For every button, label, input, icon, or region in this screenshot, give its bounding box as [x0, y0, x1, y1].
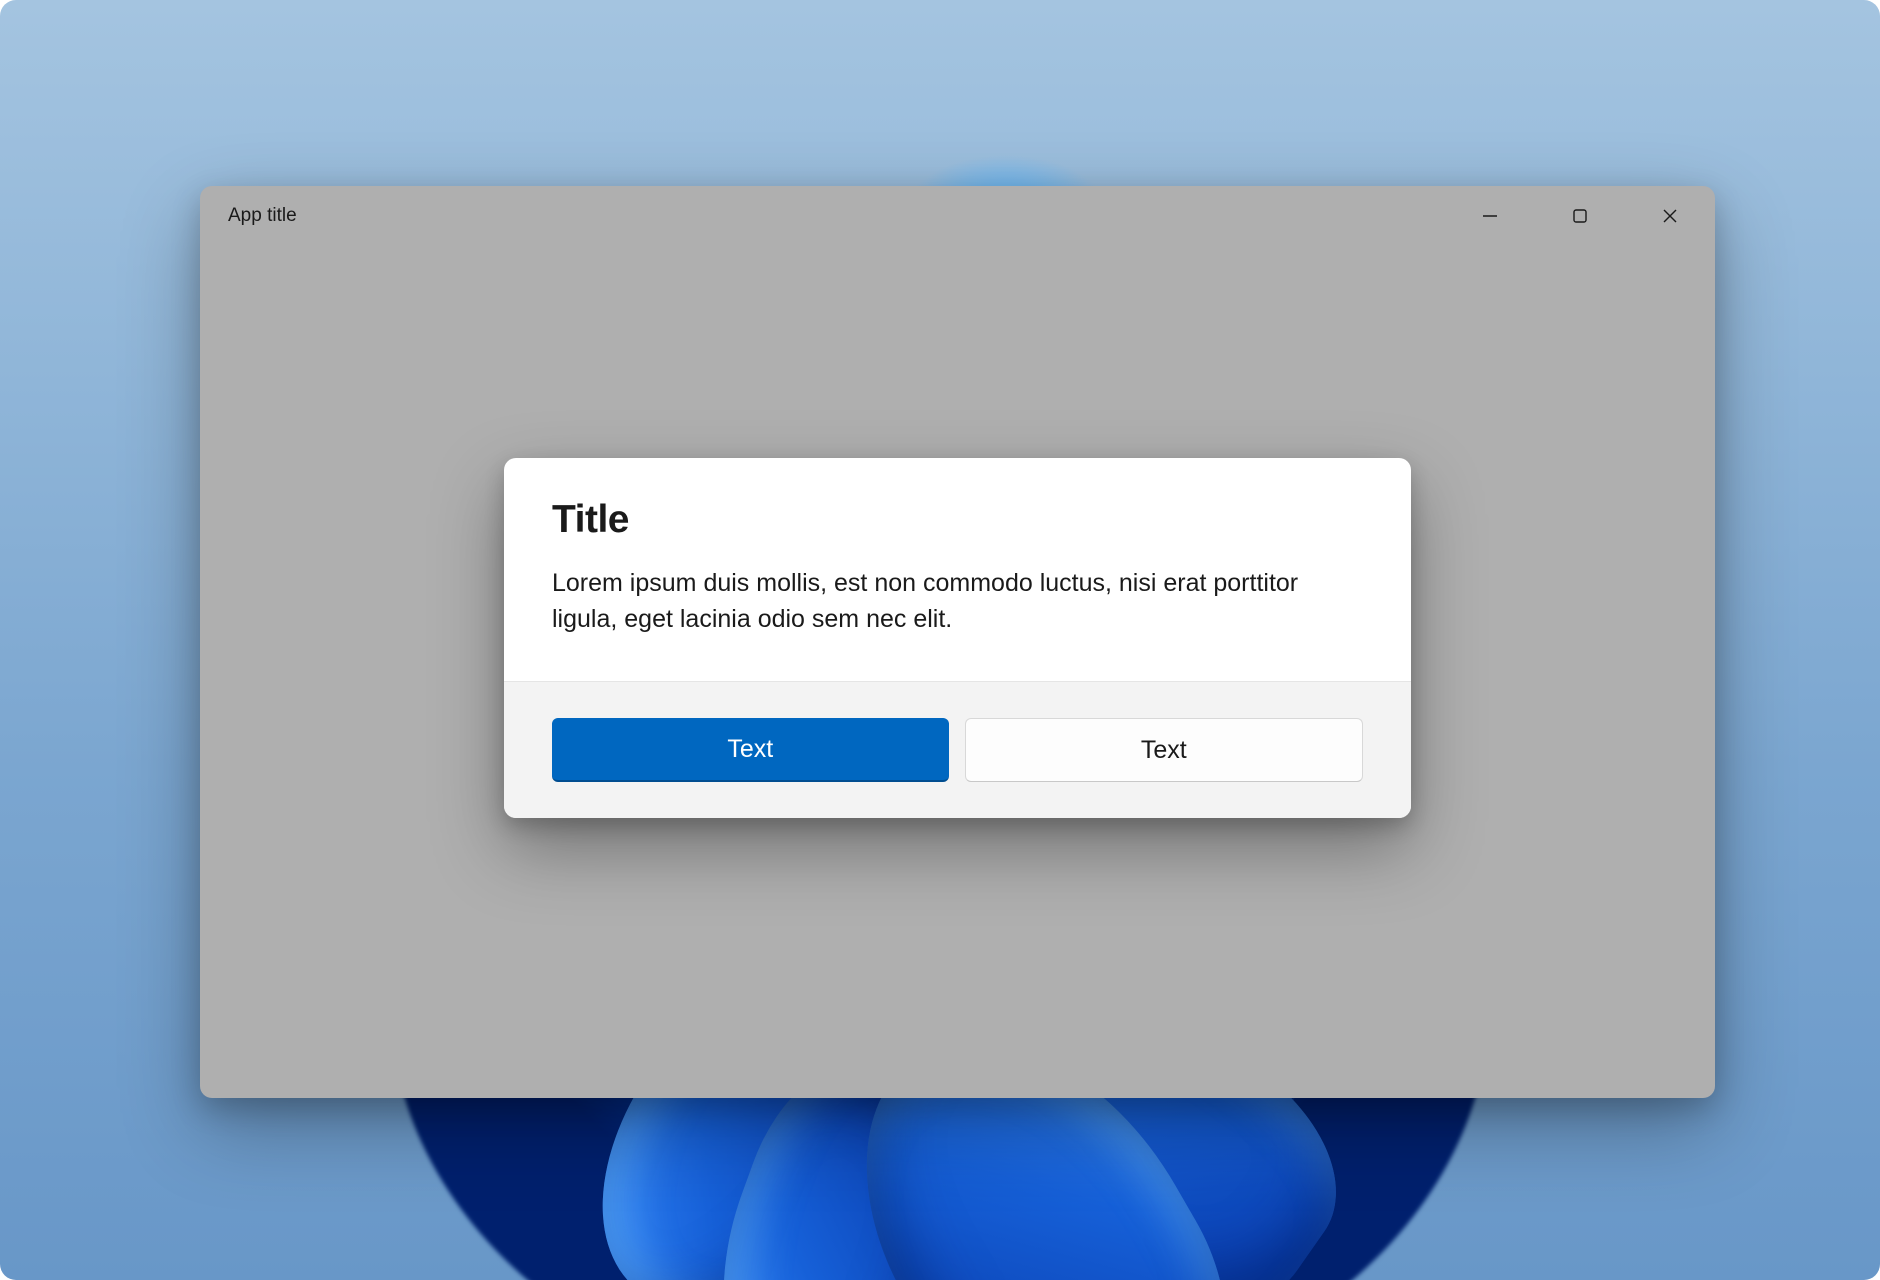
content-dialog: Title Lorem ipsum duis mollis, est non c… — [504, 458, 1411, 818]
desktop-wallpaper: App title Title Lorem ipsum duis mollis,… — [0, 0, 1880, 1280]
dialog-primary-button[interactable]: Text — [552, 718, 949, 782]
dialog-title: Title — [552, 498, 1363, 542]
dialog-body-text: Lorem ipsum duis mollis, est non commodo… — [552, 566, 1363, 637]
modal-overlay: Title Lorem ipsum duis mollis, est non c… — [200, 186, 1715, 1098]
dialog-footer: Text Text — [504, 681, 1411, 818]
dialog-secondary-button[interactable]: Text — [965, 718, 1364, 782]
dialog-content-area: Title Lorem ipsum duis mollis, est non c… — [504, 458, 1411, 681]
app-window: App title Title Lorem ipsum duis mollis,… — [200, 186, 1715, 1098]
